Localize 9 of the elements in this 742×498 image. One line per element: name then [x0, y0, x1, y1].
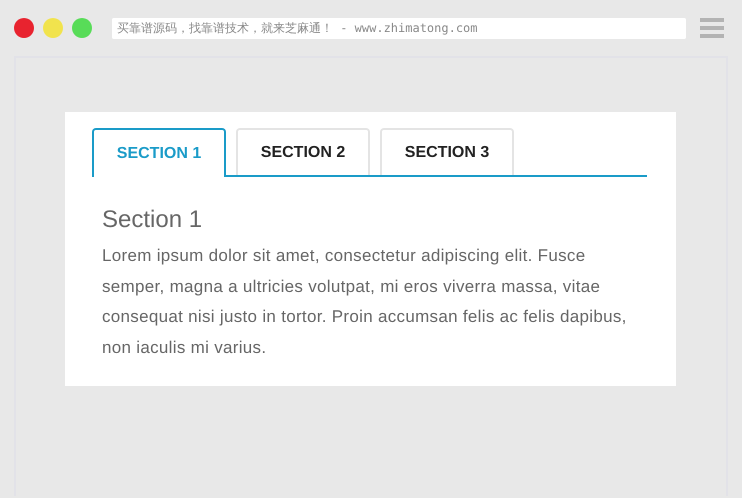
maximize-dot[interactable] — [72, 18, 92, 38]
section-heading: Section 1 — [102, 205, 204, 235]
close-dot[interactable] — [14, 18, 34, 38]
tab[interactable]: SECTION 3 — [380, 128, 514, 175]
tab[interactable]: SECTION 2 — [236, 128, 370, 175]
address-field[interactable]: 买靠谱源码，找靠谱技术，就来芝麻通！ - www.zhimatong.com — [112, 18, 686, 38]
menu-icon[interactable] — [700, 18, 724, 38]
minimize-dot[interactable] — [43, 18, 63, 38]
section-text: Lorem ipsum dolor sit amet, consectetur adipiscing elit. Fusce semper, magna a ultricies volutpat, mi eros viverra massa, vitae consequat nisi justo in tortor. Proin accumsan felis ac felis dapibus, non iaculis mi varius. — [102, 245, 628, 358]
